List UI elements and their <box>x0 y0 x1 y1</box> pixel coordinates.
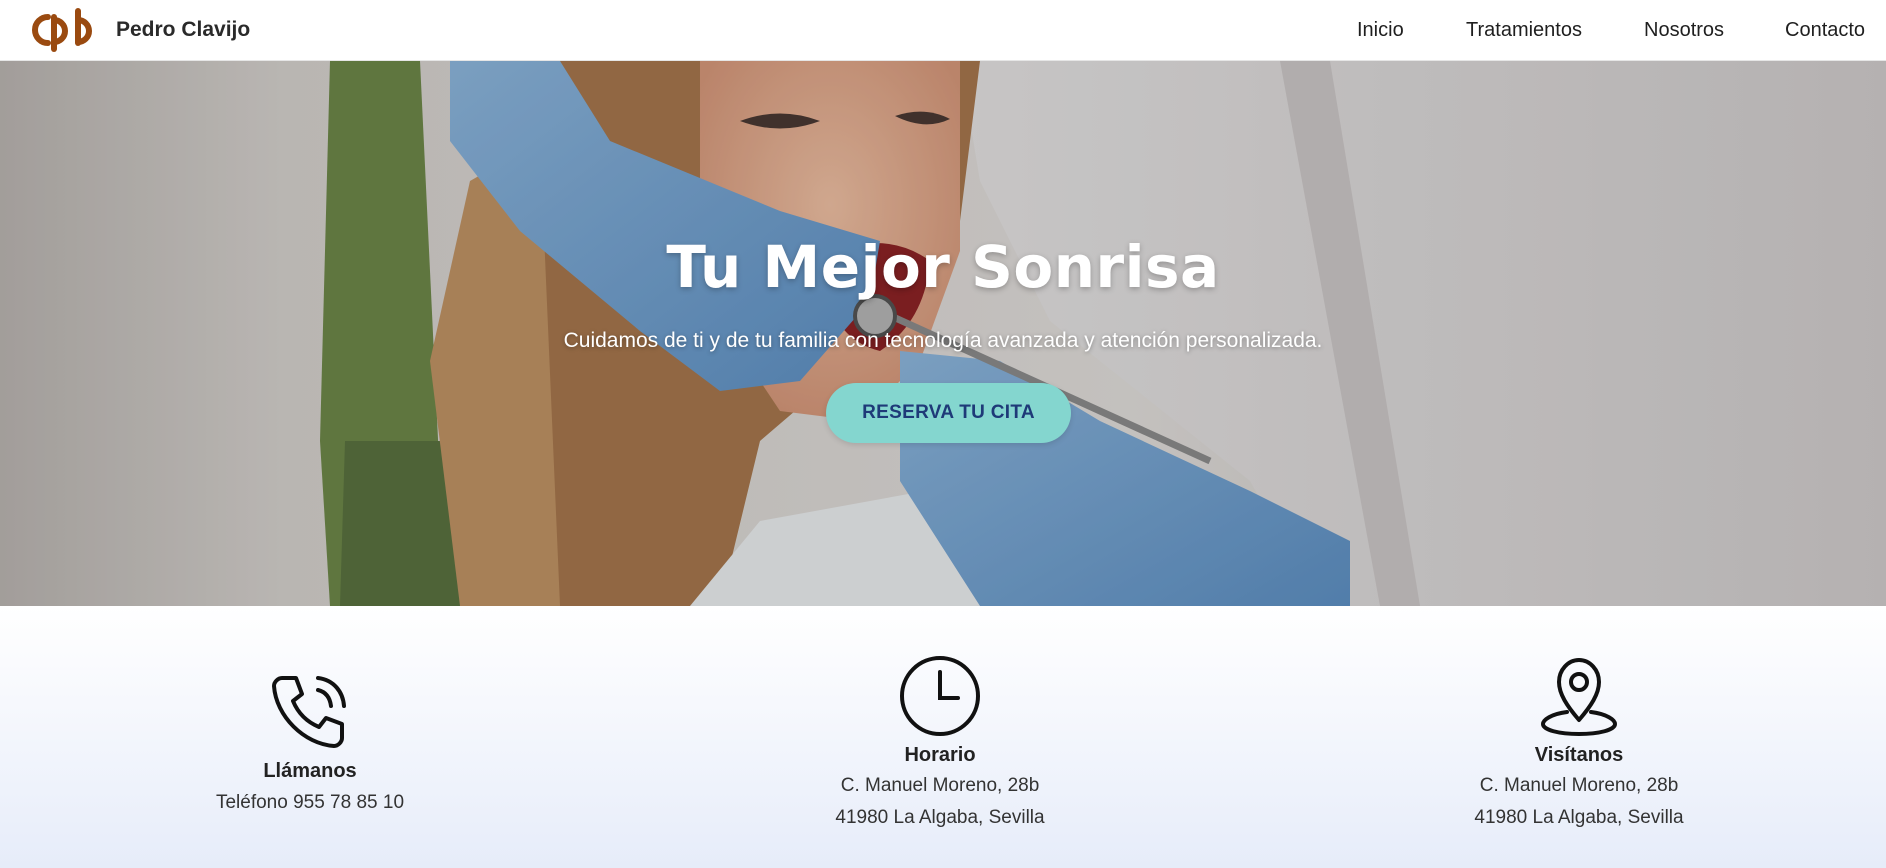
clock-icon <box>900 656 980 736</box>
contact-info-section: Llámanos Teléfono 955 78 85 10 Horario C… <box>0 606 1886 868</box>
hours-card-line-1: C. Manuel Moreno, 28b <box>840 775 1040 796</box>
info-card-visit: Visítanos C. Manuel Moreno, 28b 41980 La… <box>1379 606 1779 834</box>
info-card-call: Llámanos Teléfono 955 78 85 10 <box>110 606 510 819</box>
nav-item-inicio[interactable]: Inicio <box>1357 19 1404 42</box>
nav-item-contacto[interactable]: Contacto <box>1785 19 1865 42</box>
hero-subtitle: Cuidamos de ti y de tu familia con tecno… <box>563 329 1323 352</box>
hero-content: Tu Mejor Sonrisa Cuidamos de ti y de tu … <box>0 61 1886 606</box>
info-card-hours: Horario C. Manuel Moreno, 28b 41980 La A… <box>740 606 1140 834</box>
visit-card-line-2: 41980 La Algaba, Sevilla <box>1474 807 1684 828</box>
brand-name: Pedro Clavijo <box>116 18 251 41</box>
hours-card-line-2: 41980 La Algaba, Sevilla <box>835 807 1045 828</box>
hero-section: Tu Mejor Sonrisa Cuidamos de ti y de tu … <box>0 61 1886 606</box>
call-card-title: Llámanos <box>263 760 357 782</box>
hero-title: Tu Mejor Sonrisa <box>666 233 1220 301</box>
visit-card-title: Visítanos <box>1534 744 1624 766</box>
call-card-phone: Teléfono 955 78 85 10 <box>215 792 405 813</box>
hours-card-title: Horario <box>904 744 976 766</box>
location-pin-icon <box>1541 658 1617 736</box>
phone-icon <box>272 676 346 748</box>
top-navbar: Pedro Clavijo Inicio Tratamientos Nosotr… <box>0 0 1886 61</box>
brand-link[interactable]: Pedro Clavijo <box>26 8 250 52</box>
nav-item-nosotros[interactable]: Nosotros <box>1644 19 1724 42</box>
book-appointment-button[interactable]: RESERVA TU CITA <box>826 383 1071 443</box>
brand-logo-icon <box>32 8 92 52</box>
visit-card-line-1: C. Manuel Moreno, 28b <box>1479 775 1679 796</box>
nav-item-tratamientos[interactable]: Tratamientos <box>1466 19 1582 42</box>
